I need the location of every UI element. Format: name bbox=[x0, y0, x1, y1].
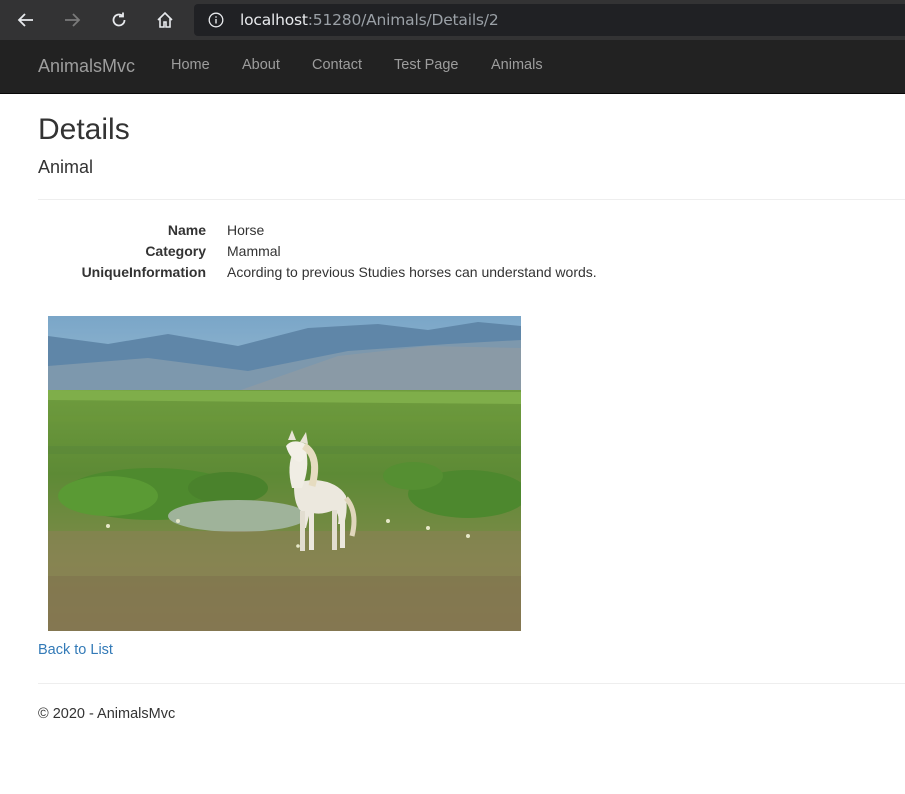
nav-link-test-page[interactable]: Test Page bbox=[394, 57, 459, 73]
reload-icon[interactable] bbox=[105, 6, 133, 34]
detail-value-unique-information: Acording to previous Studies horses can … bbox=[227, 264, 597, 280]
url-path: :51280/Animals/Details/2 bbox=[307, 11, 499, 29]
detail-term-category: Category bbox=[145, 243, 206, 259]
site-navbar: AnimalsMvc Home About Contact Test Page … bbox=[0, 40, 905, 94]
detail-value-name: Horse bbox=[227, 222, 265, 238]
detail-term-unique-information: UniqueInformation bbox=[81, 264, 206, 280]
url-host: localhost bbox=[240, 11, 308, 29]
navbar-brand[interactable]: AnimalsMvc bbox=[38, 56, 135, 77]
info-icon[interactable] bbox=[208, 12, 224, 31]
back-arrow-icon[interactable] bbox=[12, 6, 40, 34]
forward-arrow-icon[interactable] bbox=[58, 6, 86, 34]
home-icon[interactable] bbox=[151, 6, 179, 34]
nav-link-home[interactable]: Home bbox=[171, 57, 210, 73]
url-text: localhost:51280/Animals/Details/2 bbox=[240, 11, 499, 29]
footer-copyright: © 2020 - AnimalsMvc bbox=[38, 706, 176, 722]
detail-term-name: Name bbox=[167, 222, 206, 238]
page-title: Details bbox=[38, 113, 130, 146]
divider bbox=[38, 199, 905, 200]
nav-link-about[interactable]: About bbox=[242, 57, 280, 73]
detail-value-category: Mammal bbox=[227, 243, 281, 259]
footer-divider bbox=[38, 683, 905, 684]
nav-link-animals[interactable]: Animals bbox=[491, 57, 543, 73]
nav-link-contact[interactable]: Contact bbox=[312, 57, 362, 73]
page-subtitle: Animal bbox=[38, 157, 94, 177]
browser-toolbar: localhost:51280/Animals/Details/2 bbox=[0, 0, 905, 40]
back-to-list-link[interactable]: Back to List bbox=[38, 642, 113, 658]
address-bar[interactable]: localhost:51280/Animals/Details/2 bbox=[194, 4, 905, 36]
animal-photo bbox=[48, 316, 521, 631]
